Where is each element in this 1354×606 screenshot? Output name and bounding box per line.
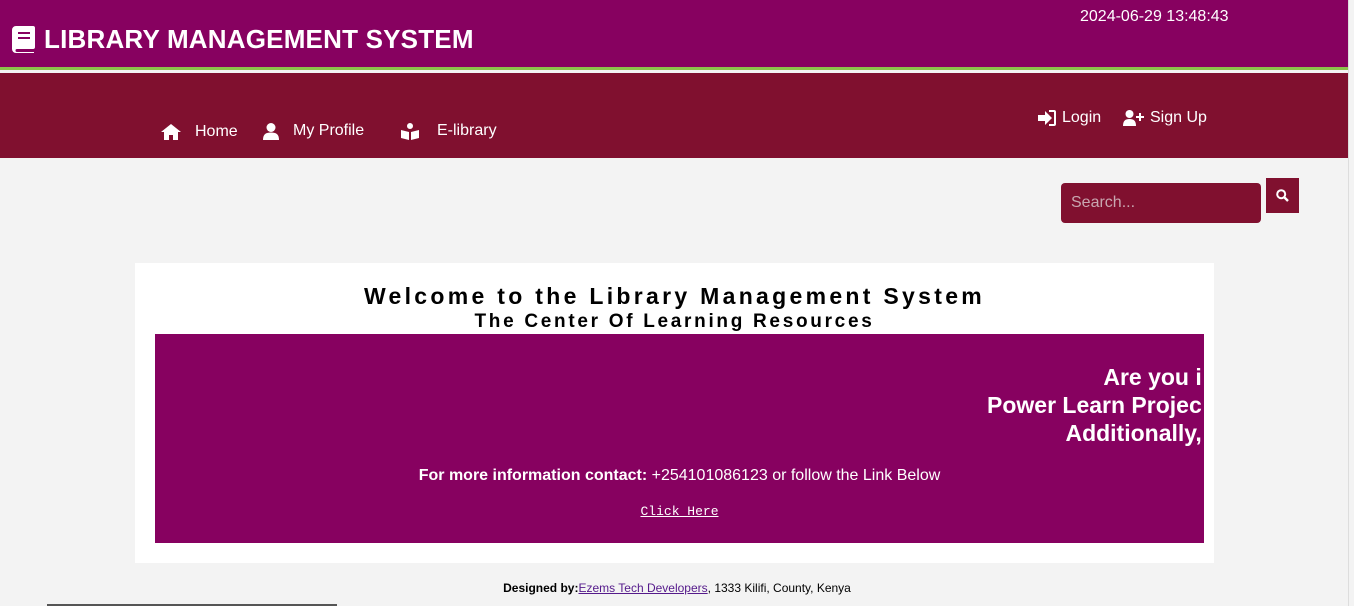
contact-info: For more information contact: +254101086… xyxy=(155,467,1204,485)
search-button[interactable] xyxy=(1266,178,1299,213)
nav-e-library-label: E-library xyxy=(437,122,497,139)
marquee-line: Power Learn Projec xyxy=(987,392,1202,418)
login-label: Login xyxy=(1062,109,1102,126)
home-icon xyxy=(161,124,181,140)
signup-link[interactable]: Sign Up xyxy=(1123,109,1207,127)
info-banner: Are you i Power Learn Projec Additionall… xyxy=(155,334,1204,543)
brand: LIBRARY MANAGEMENT SYSTEM xyxy=(12,24,474,55)
contact-text: +254101086123 or follow the Link Below xyxy=(647,467,941,484)
contact-label: For more information contact: xyxy=(418,467,648,484)
nav-home-label: Home xyxy=(195,123,238,140)
designed-by-label: Designed by: xyxy=(503,581,579,595)
welcome-subtitle: The Center Of Learning Resources xyxy=(474,311,875,332)
nav-my-profile[interactable]: My Profile xyxy=(263,122,364,140)
welcome-card: Welcome to the Library Management System… xyxy=(135,263,1214,563)
search-icon xyxy=(1276,189,1289,202)
designer-link[interactable]: Ezems Tech Developers xyxy=(578,581,707,595)
sign-in-icon xyxy=(1038,110,1056,126)
click-here-link[interactable]: Click Here xyxy=(640,504,718,519)
marquee-line: Additionally, xyxy=(1065,420,1202,446)
welcome-heading: Welcome to the Library Management System xyxy=(363,283,986,309)
book-reader-icon xyxy=(401,122,419,140)
marquee-line: Are you i xyxy=(1103,364,1202,390)
datetime-display: 2024-06-29 13:48:43 xyxy=(1080,8,1229,25)
main-navbar: Home My Profile E-library Login Sign Up xyxy=(0,73,1348,158)
login-link[interactable]: Login xyxy=(1038,109,1101,127)
nav-my-profile-label: My Profile xyxy=(293,122,365,139)
user-plus-icon xyxy=(1123,110,1144,126)
app-title: LIBRARY MANAGEMENT SYSTEM xyxy=(44,24,474,54)
click-here-wrapper: Click Here xyxy=(155,502,1204,520)
signup-label: Sign Up xyxy=(1150,109,1207,126)
nav-e-library[interactable]: E-library xyxy=(401,122,497,140)
top-header: LIBRARY MANAGEMENT SYSTEM 2024-06-29 13:… xyxy=(0,0,1348,70)
scrolling-announcement: Are you i Power Learn Projec Additionall… xyxy=(987,363,1202,447)
scrollbar[interactable] xyxy=(1348,0,1354,606)
footer-address: , 1333 Kilifi, County, Kenya xyxy=(707,581,851,595)
search-input[interactable] xyxy=(1061,183,1261,223)
user-icon xyxy=(263,122,279,140)
nav-home[interactable]: Home xyxy=(161,123,238,141)
book-icon xyxy=(12,26,35,53)
footer: Designed by:Ezems Tech Developers, 1333 … xyxy=(0,581,1354,595)
